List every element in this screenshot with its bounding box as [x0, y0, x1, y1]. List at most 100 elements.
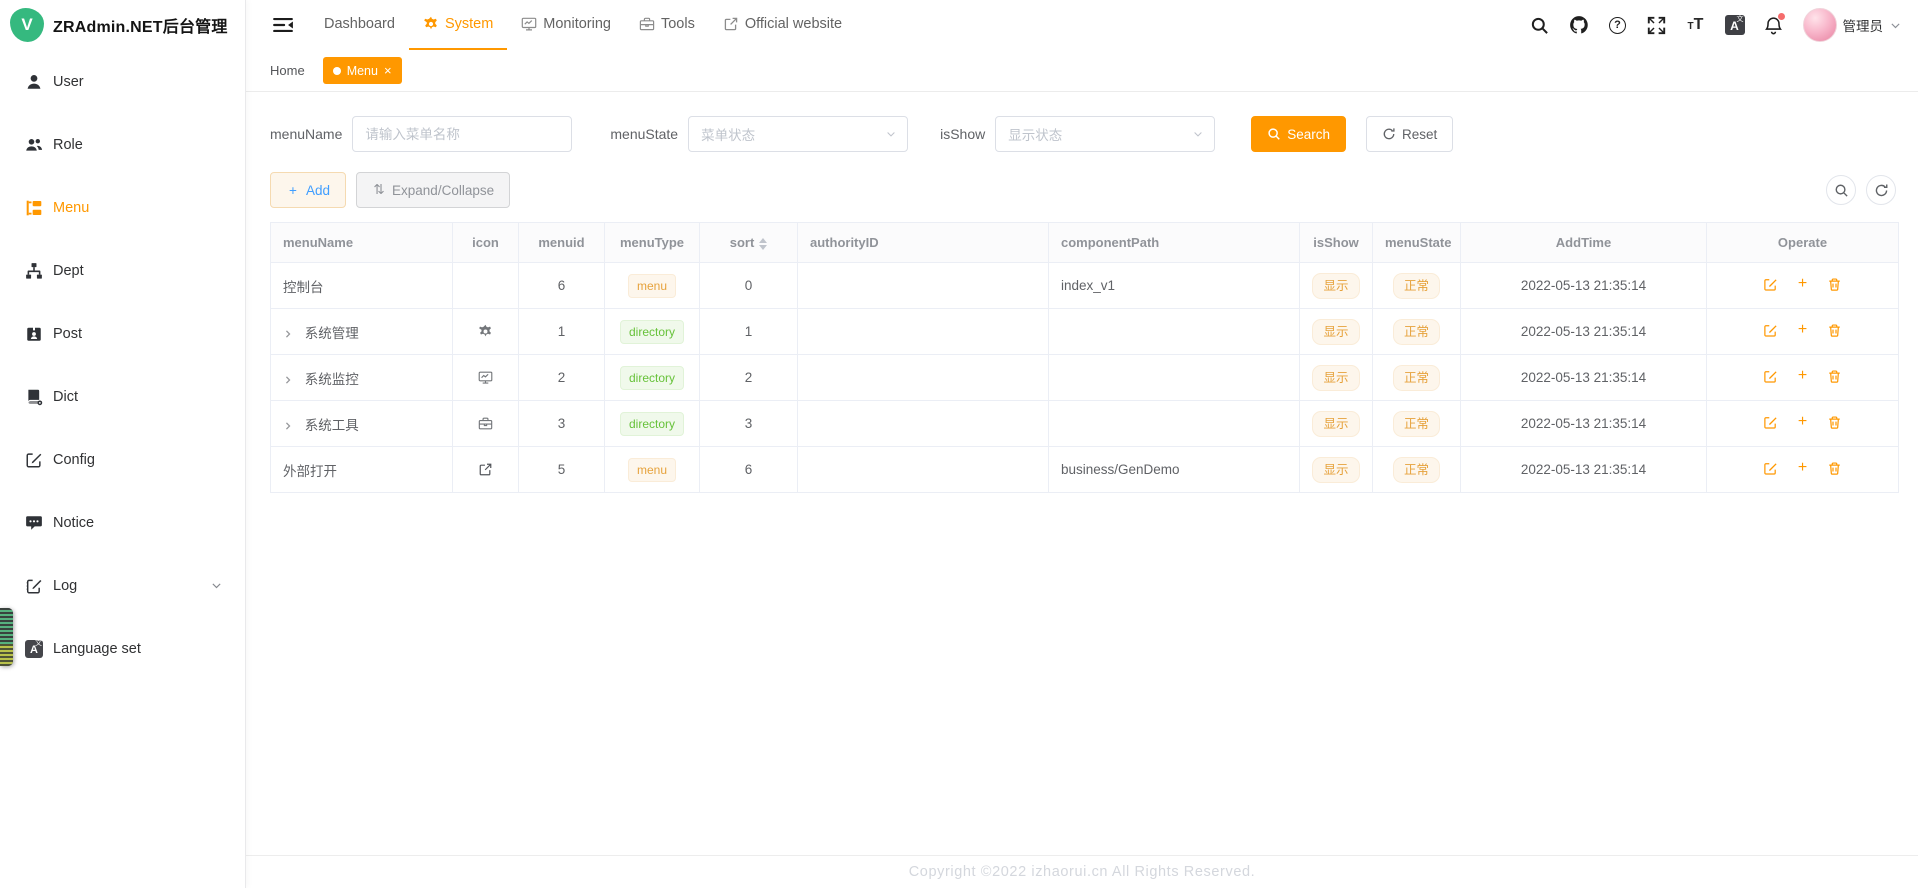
menu-name-input[interactable] — [352, 116, 572, 152]
col-menu-state: menuState — [1373, 223, 1461, 263]
trash-icon[interactable] — [1827, 461, 1842, 476]
trash-icon[interactable] — [1827, 277, 1842, 292]
edit-icon[interactable] — [1763, 415, 1778, 430]
toolbox-icon — [639, 16, 655, 32]
add-button[interactable]: + Add — [270, 172, 346, 208]
tab-dashboard[interactable]: Dashboard — [310, 0, 409, 50]
col-icon: icon — [453, 223, 519, 263]
tab-official-website[interactable]: Official website — [709, 0, 856, 50]
col-authority-id: authorityID — [798, 223, 1049, 263]
is-show-tag: 显示 — [1312, 457, 1359, 483]
sidebar-nav: User Role Menu Dept — [0, 50, 245, 680]
trash-icon[interactable] — [1827, 415, 1842, 430]
filter-form: menuName menuState 菜单状态 isShow 显示状态 — [270, 116, 1896, 152]
sidebar-item-language-set[interactable]: A文 Language set — [0, 617, 245, 680]
github-icon[interactable] — [1569, 15, 1589, 35]
sidebar-item-log[interactable]: Log — [0, 554, 245, 617]
menu-name-label: menuName — [270, 126, 342, 142]
edit-icon[interactable] — [1763, 369, 1778, 384]
sidebar-item-menu[interactable]: Menu — [0, 176, 245, 239]
side-widget-handle[interactable] — [0, 608, 13, 666]
side-widget-stripes-green — [0, 608, 13, 644]
table-row: 控制台 6 menu 0 index_v1 显示 正常 2022-05-13 2… — [271, 263, 1899, 309]
help-icon[interactable]: ? — [1608, 15, 1628, 35]
nav-item-label: Monitoring — [543, 16, 611, 32]
plus-icon[interactable]: + — [1795, 461, 1810, 476]
fullscreen-icon[interactable] — [1647, 15, 1667, 35]
toolbox-icon — [478, 416, 494, 432]
edit-icon[interactable] — [1763, 461, 1778, 476]
bell-icon[interactable] — [1764, 15, 1784, 35]
chevron-down-icon — [210, 579, 223, 592]
nav-item-label: Official website — [745, 16, 842, 32]
menu-table: menuName icon menuid menuType sort autho… — [270, 222, 1899, 493]
table-refresh-button[interactable] — [1866, 175, 1896, 205]
edit-icon[interactable] — [1763, 277, 1778, 292]
plus-icon[interactable]: + — [1795, 277, 1810, 292]
col-is-show: isShow — [1300, 223, 1373, 263]
sort-arrows-icon: ⇅ — [372, 183, 386, 197]
authority-id-cell — [798, 263, 1049, 309]
plus-icon[interactable]: + — [1795, 369, 1810, 384]
sidebar-item-notice[interactable]: Notice — [0, 491, 245, 554]
plus-icon[interactable]: + — [1795, 323, 1810, 338]
tag-menu-active[interactable]: Menu × — [323, 57, 402, 84]
menuid-cell: 2 — [519, 355, 605, 401]
sidebar-item-label: Config — [53, 452, 95, 468]
sidebar-item-dict[interactable]: Dict — [0, 365, 245, 428]
dict-icon — [24, 387, 44, 407]
copyright-text: Copyright ©2022 izhaorui.cn All Rights R… — [909, 864, 1256, 880]
sidebar-item-label: Post — [53, 326, 82, 342]
sort-cell: 3 — [700, 401, 798, 447]
sidebar-item-config[interactable]: Config — [0, 428, 245, 491]
monitor-icon — [478, 370, 494, 386]
menu-name-cell: 系统管理 — [305, 326, 359, 341]
expand-row-icon[interactable] — [283, 329, 293, 339]
sidebar-item-label: Menu — [53, 200, 89, 216]
menu-type-tag: menu — [628, 458, 676, 482]
close-icon[interactable]: × — [384, 64, 392, 77]
notice-icon — [24, 513, 44, 533]
col-operate: Operate — [1707, 223, 1899, 263]
menu-state-select[interactable]: 菜单状态 — [688, 116, 908, 152]
search-button[interactable]: Search — [1251, 116, 1346, 152]
sidebar-item-dept[interactable]: Dept — [0, 239, 245, 302]
active-dot-icon — [333, 67, 341, 75]
search-icon[interactable] — [1530, 15, 1550, 35]
plus-icon[interactable]: + — [1795, 415, 1810, 430]
table-search-toggle-button[interactable] — [1826, 175, 1856, 205]
is-show-select[interactable]: 显示状态 — [995, 116, 1215, 152]
brand-title: ZRAdmin.NET后台管理 — [53, 13, 228, 37]
sidebar-item-post[interactable]: Post — [0, 302, 245, 365]
user-menu[interactable]: 管理员 — [1803, 8, 1903, 42]
reset-button[interactable]: Reset — [1366, 116, 1453, 152]
sidebar-collapse-icon[interactable] — [272, 16, 294, 34]
external-link-icon — [723, 16, 739, 32]
tag-home[interactable]: Home — [270, 63, 305, 78]
log-icon — [24, 576, 44, 596]
expand-row-icon[interactable] — [283, 421, 293, 431]
sidebar-item-role[interactable]: Role — [0, 113, 245, 176]
sort-carets-icon[interactable] — [759, 238, 767, 250]
col-sort[interactable]: sort — [700, 223, 798, 263]
translate-icon[interactable]: A文 — [1725, 15, 1745, 35]
sidebar-item-user[interactable]: User — [0, 50, 245, 113]
gear-icon — [478, 324, 494, 340]
font-size-icon[interactable]: TT — [1686, 15, 1706, 35]
trash-icon[interactable] — [1827, 369, 1842, 384]
expand-row-icon[interactable] — [283, 375, 293, 385]
user-icon — [24, 72, 44, 92]
tab-monitoring[interactable]: Monitoring — [507, 0, 625, 50]
sort-cell: 6 — [700, 447, 798, 493]
menu-type-tag: directory — [620, 412, 684, 436]
is-show-tag: 显示 — [1312, 273, 1359, 299]
tab-system[interactable]: System — [409, 0, 507, 50]
trash-icon[interactable] — [1827, 323, 1842, 338]
edit-icon[interactable] — [1763, 323, 1778, 338]
dept-icon — [24, 261, 44, 281]
sidebar-item-label: Dept — [53, 263, 84, 279]
search-icon — [1267, 127, 1281, 141]
tab-tools[interactable]: Tools — [625, 0, 709, 50]
expand-collapse-button[interactable]: ⇅ Expand/Collapse — [356, 172, 510, 208]
menu-type-tag: directory — [620, 366, 684, 390]
